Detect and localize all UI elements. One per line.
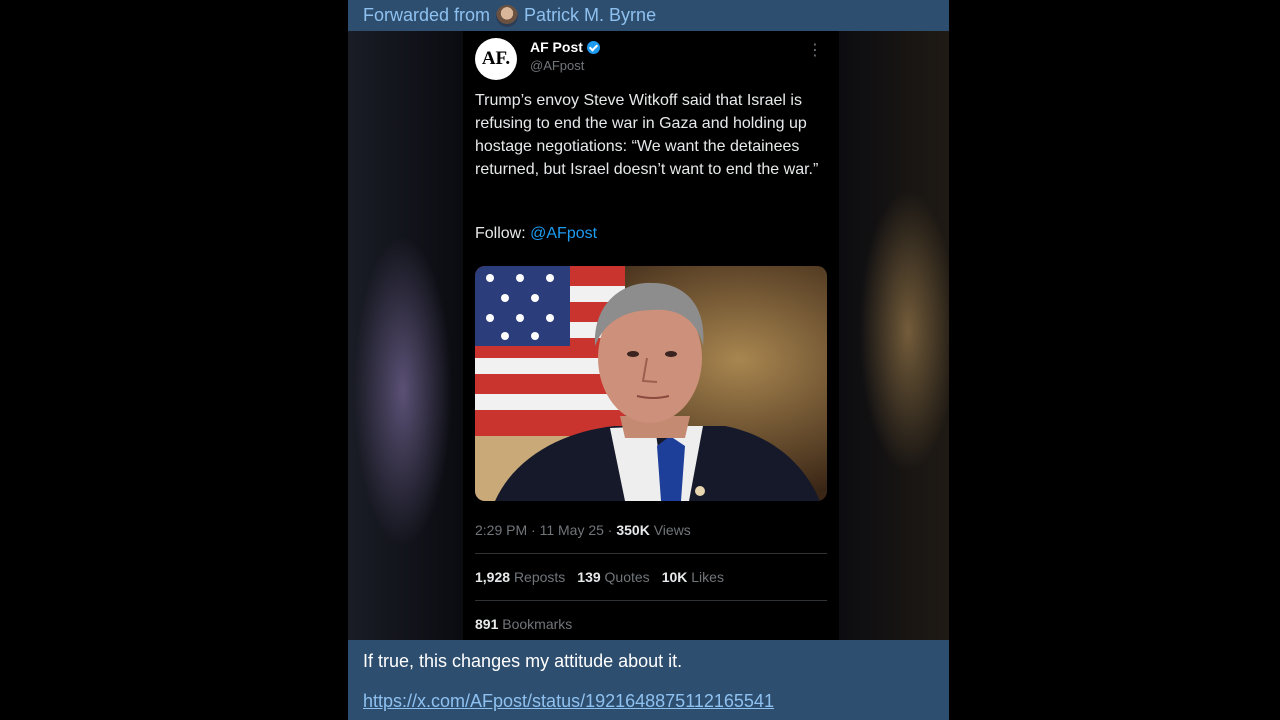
tweet-screenshot: AF. AF Post @AFpost ⋮ Trump’s envoy Stev… [463,31,839,640]
caption-link[interactable]: https://x.com/AFpost/status/192164887511… [363,690,934,712]
bookmarks-count: 891 [475,616,499,632]
tweet-time: 2:29 PM · 11 May 25 · [475,522,617,538]
tweet-handle: @AFpost [530,58,585,73]
views-label: Views [649,522,691,538]
quotes-label: Quotes [604,569,650,585]
follow-label: Follow: [475,225,526,242]
portrait-photo [475,266,827,501]
tweet-avatar: AF. [475,38,517,80]
divider [475,600,827,601]
tweet-follow-line: Follow: @AFpost [475,225,597,243]
views-count: 350K [616,522,650,538]
likes-label: Likes [691,569,724,585]
forward-author-name[interactable]: Patrick M. Byrne [524,5,656,26]
bookmarks-label: Bookmarks [502,616,573,632]
forwarded-prefix: Forwarded from [363,5,491,25]
tweet-author-label: AF Post [530,39,583,55]
verified-badge-icon [586,40,600,54]
likes-count: 10K [661,569,688,585]
reposts-stat: 1,928 Reposts [475,569,565,585]
forwarded-header[interactable]: Forwarded from Patrick M. Byrne [348,0,949,31]
reposts-count: 1,928 [475,569,511,585]
more-options-icon: ⋮ [807,42,823,59]
quotes-count: 139 [577,569,601,585]
likes-stat: 10K Likes [662,569,724,585]
message-caption: If true, this changes my attitude about … [348,640,949,720]
tweet-photo [475,266,827,501]
reposts-label: Reposts [513,569,566,585]
quotes-stat: 139 Quotes [577,569,649,585]
caption-text: If true, this changes my attitude about … [363,651,683,671]
bookmarks-stat: 891 Bookmarks [475,616,572,632]
video-media[interactable]: AF. AF Post @AFpost ⋮ Trump’s envoy Stev… [348,31,949,640]
tweet-author-name: AF Post [530,39,600,55]
follow-handle-link: @AFpost [530,225,598,242]
forward-author-avatar [496,4,519,27]
tweet-text: Trump’s envoy Steve Witkoff said that Is… [475,92,819,178]
telegram-message: Forwarded from Patrick M. Byrne AF. AF P… [348,0,949,720]
tweet-stats: 1,928 Reposts 139 Quotes 10K Likes [475,569,724,585]
tweet-timestamp-line: 2:29 PM · 11 May 25 · 350K Views [475,522,691,538]
divider [475,553,827,554]
